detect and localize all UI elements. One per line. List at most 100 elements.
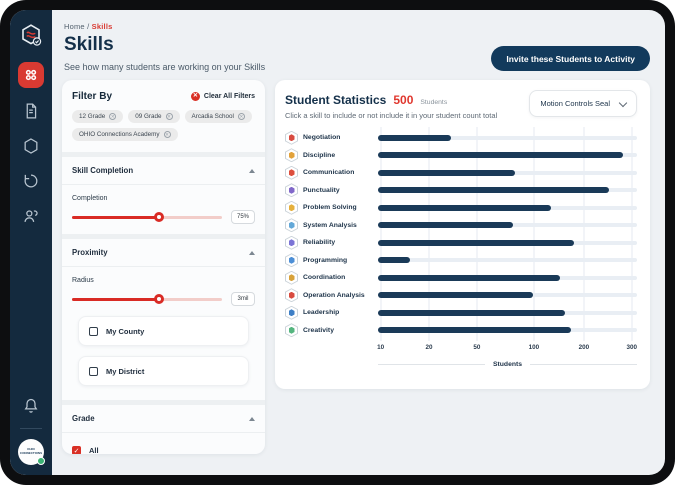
my-district-option[interactable]: My District	[78, 356, 249, 386]
sidebar-item-skills-active[interactable]	[18, 62, 44, 88]
bar-row[interactable]	[378, 269, 637, 287]
bar-track	[378, 153, 637, 157]
skill-label: Discipline	[303, 152, 335, 159]
skill-label: Punctuality	[303, 187, 340, 194]
sidebar-item-documents[interactable]	[21, 101, 41, 121]
bar-row[interactable]	[378, 182, 637, 200]
screenshot: OHIOCONNECTIONS Home / Skills Skills See…	[0, 0, 675, 485]
skill-label-row[interactable]: Coordination	[285, 269, 378, 287]
bar-row[interactable]	[378, 304, 637, 322]
grade-all-checkbox[interactable]	[72, 446, 81, 454]
device-frame: OHIOCONNECTIONS Home / Skills Skills See…	[0, 0, 675, 485]
collapse-caret-icon	[249, 169, 255, 173]
chevron-down-icon	[619, 98, 627, 106]
sidebar-item-activity[interactable]	[21, 171, 41, 191]
filter-chip[interactable]: Arcadia School ✕	[185, 110, 252, 123]
axis-decor-line	[530, 364, 637, 365]
my-district-checkbox[interactable]	[89, 367, 98, 376]
bar-row[interactable]	[378, 252, 637, 270]
my-county-option[interactable]: My County	[78, 316, 249, 346]
bar-row[interactable]	[378, 164, 637, 182]
sidebar-item-badges[interactable]	[21, 136, 41, 156]
proximity-header[interactable]: Proximity	[62, 239, 265, 267]
bar-row[interactable]	[378, 147, 637, 165]
chip-close-icon[interactable]: ✕	[166, 113, 173, 120]
plot-column: 10 20 50 100 200 300 Students	[378, 129, 637, 371]
bar-track	[378, 311, 637, 315]
bar-track	[378, 188, 637, 192]
grade-all-option[interactable]: All	[62, 433, 265, 454]
notifications-bell-icon[interactable]	[21, 396, 41, 416]
skill-label-row[interactable]: Operation Analysis	[285, 287, 378, 305]
bar-programming	[378, 257, 410, 263]
radius-slider[interactable]	[72, 295, 222, 304]
skill-label-row[interactable]: Problem Solving	[285, 199, 378, 217]
slider-thumb[interactable]	[154, 212, 164, 222]
slider-thumb[interactable]	[154, 294, 164, 304]
bar-row[interactable]	[378, 217, 637, 235]
chip-close-icon[interactable]: ✕	[109, 113, 116, 120]
skill-label-row[interactable]: Reliability	[285, 234, 378, 252]
collapse-caret-icon	[249, 417, 255, 421]
skill-label-row[interactable]: Programming	[285, 252, 378, 270]
x-axis-title: Students	[493, 361, 522, 368]
skill-label-row[interactable]: Punctuality	[285, 182, 378, 200]
chip-close-icon[interactable]: ✕	[238, 113, 245, 120]
bar-row[interactable]	[378, 287, 637, 305]
filter-by-title: Filter By	[72, 91, 112, 102]
axis-tick: 10	[377, 344, 384, 351]
filter-chip[interactable]: 12 Grade✕	[72, 110, 123, 123]
skill-label-row[interactable]: Negotiation	[285, 129, 378, 147]
skill-label: Coordination	[303, 274, 345, 281]
grid-dots-icon	[22, 66, 40, 84]
filter-header-block: Filter By ✕ Clear All Filters 12 Grade✕ …	[62, 80, 265, 152]
negotiation-icon	[285, 131, 298, 145]
completion-value-badge: 75%	[231, 210, 255, 224]
completion-label: Completion	[72, 195, 255, 202]
completion-slider[interactable]	[72, 213, 222, 222]
skill-label-row[interactable]: Communication	[285, 164, 378, 182]
bar-row[interactable]	[378, 234, 637, 252]
skill-completion-header[interactable]: Skill Completion	[62, 157, 265, 185]
option-label: My District	[106, 367, 144, 376]
profile-avatar[interactable]: OHIOCONNECTIONS	[18, 439, 44, 465]
bar-system-analysis	[378, 222, 513, 228]
grade-header[interactable]: Grade	[62, 405, 265, 433]
sidebar: OHIOCONNECTIONS	[10, 10, 52, 475]
skill-label-row[interactable]: Leadership	[285, 304, 378, 322]
invite-students-button[interactable]: Invite these Students to Activity	[491, 46, 650, 71]
breadcrumb-home[interactable]: Home /	[64, 22, 89, 31]
filter-chip[interactable]: OHIO Connections Academy ✕	[72, 128, 178, 141]
clear-all-filters-button[interactable]: ✕ Clear All Filters	[191, 92, 255, 101]
stats-subtitle: Click a skill to include or not include …	[285, 111, 497, 120]
bar-track	[378, 171, 637, 175]
student-statistics-panel: Student Statistics 500 Students Click a …	[275, 80, 650, 389]
skill-label-row[interactable]: System Analysis	[285, 217, 378, 235]
programming-icon	[285, 253, 298, 267]
my-county-checkbox[interactable]	[89, 327, 98, 336]
option-label: My County	[106, 327, 144, 336]
breadcrumb[interactable]: Home / Skills	[64, 22, 650, 31]
bar-row[interactable]	[378, 199, 637, 217]
bar-track	[378, 223, 637, 227]
bar-creativity	[378, 327, 571, 333]
communication-icon	[285, 166, 298, 180]
page-header: Home / Skills Skills See how many studen…	[62, 16, 650, 80]
axis-tick: 50	[473, 344, 480, 351]
chip-label: OHIO Connections Academy	[79, 131, 160, 138]
skill-label-row[interactable]: Creativity	[285, 322, 378, 340]
student-count: 500	[393, 93, 413, 107]
bar-row[interactable]	[378, 129, 637, 147]
bar-rows	[378, 129, 637, 339]
skill-label-row[interactable]: Discipline	[285, 147, 378, 165]
chip-close-icon[interactable]: ✕	[164, 131, 171, 138]
bar-row[interactable]	[378, 322, 637, 340]
sidebar-item-students[interactable]	[21, 206, 41, 226]
x-axis-title-row: Students	[378, 357, 637, 371]
seal-dropdown-value: Motion Controls Seal	[540, 99, 610, 108]
grade-section: Grade All	[62, 405, 265, 454]
chip-label: Arcadia School	[192, 113, 234, 120]
skill-label: Communication	[303, 169, 354, 176]
filter-chip[interactable]: 09 Grade✕	[128, 110, 179, 123]
seal-dropdown[interactable]: Motion Controls Seal	[529, 90, 637, 117]
